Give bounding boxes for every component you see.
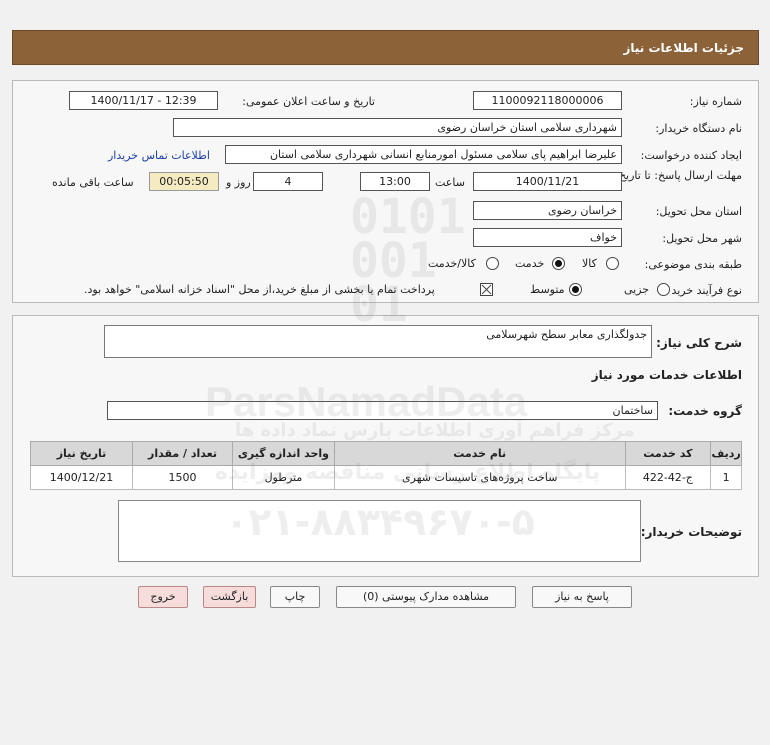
page-title: جزئیات اطلاعات نیاز [12, 30, 759, 65]
process-radio-medium[interactable] [569, 283, 582, 296]
cell-need-date: 1400/12/21 [29, 465, 134, 490]
announce-field: 1400/11/17 - 12:39 [69, 91, 218, 110]
cell-row-number: 1 [710, 465, 742, 490]
city-field: خواف [473, 228, 622, 247]
buyer-notes-field [118, 500, 641, 562]
treasury-payment-checkbox[interactable] [480, 283, 493, 296]
service-group-label: گروه خدمت: [668, 404, 742, 418]
cell-service-code: ج-42-422 [624, 465, 712, 490]
reply-button[interactable]: پاسخ به نیاز [532, 586, 632, 608]
category-option-goods: کالا [582, 257, 597, 270]
province-field: خراسان رضوی [473, 201, 622, 220]
category-option-goods-service: کالا/خدمت [428, 257, 476, 270]
requester-label: ایجاد کننده درخواست: [640, 149, 742, 162]
category-radio-service[interactable] [552, 257, 565, 270]
col-need-date: تاریخ نیاز [29, 441, 134, 466]
deadline-label: مهلت ارسال پاسخ: تا تاریخ: [615, 169, 742, 182]
buyer-contact-link[interactable]: اطلاعات تماس خریدار [108, 149, 210, 162]
summary-field: جدولگذاری معابر سطح شهرسلامی [104, 325, 652, 358]
process-option-minor: جزیی [624, 283, 650, 296]
category-radio-goods-service[interactable] [486, 257, 499, 270]
deadline-time-field: 13:00 [360, 172, 430, 191]
buyer-org-label: نام دستگاه خریدار: [655, 122, 742, 135]
province-label: استان محل تحویل: [655, 205, 742, 218]
exit-button[interactable]: خروج [138, 586, 188, 608]
cell-quantity: 1500 [132, 465, 233, 490]
services-table: ردیف کد خدمت نام خدمت واحد اندازه گیری ت… [29, 441, 742, 490]
deadline-date-field: 1400/11/21 [473, 172, 622, 191]
attachments-button[interactable]: مشاهده مدارک پیوستی (0) [336, 586, 516, 608]
cell-unit: مترطول [231, 465, 335, 490]
print-button[interactable]: چاپ [270, 586, 320, 608]
announce-label: تاریخ و ساعت اعلان عمومی: [242, 95, 375, 108]
table-row: 1 ج-42-422 ساخت پروژه‌های تاسیسات شهری م… [29, 465, 742, 490]
requester-field: علیرضا ابراهیم پای سلامی مسئول امورمنابع… [225, 145, 622, 164]
cell-service-name: ساخت پروژه‌های تاسیسات شهری [333, 465, 626, 490]
payment-note: پرداخت تمام یا بخشی از مبلغ خرید،از محل … [84, 283, 435, 296]
remaining-label: ساعت باقی مانده [52, 176, 134, 189]
days-field: 4 [253, 172, 323, 191]
process-label: نوع فرآیند خرید : [664, 284, 742, 297]
table-header-row: ردیف کد خدمت نام خدمت واحد اندازه گیری ت… [29, 441, 742, 466]
remaining-time-field: 00:05:50 [149, 172, 219, 191]
need-number-field: 1100092118000006 [473, 91, 622, 110]
category-radio-goods[interactable] [606, 257, 619, 270]
checkbox-cross-icon [481, 284, 492, 295]
need-number-label: شماره نیاز: [689, 95, 742, 108]
buyer-notes-label: توضیحات خریدار: [640, 525, 742, 539]
category-option-service: خدمت [515, 257, 545, 270]
col-quantity: تعداد / مقدار [132, 441, 233, 466]
summary-label: شرح کلی نیاز: [656, 336, 742, 350]
col-service-name: نام خدمت [333, 441, 626, 466]
service-group-field: ساختمان [107, 401, 658, 420]
col-row-number: ردیف [710, 441, 742, 466]
days-label: روز و [226, 176, 251, 189]
col-unit: واحد اندازه گیری [231, 441, 335, 466]
back-button[interactable]: بازگشت [203, 586, 256, 608]
col-service-code: کد خدمت [624, 441, 712, 466]
process-radio-minor[interactable] [657, 283, 670, 296]
process-option-medium: متوسط [530, 283, 565, 296]
buyer-org-field: شهرداری سلامی استان خراسان رضوی [173, 118, 622, 137]
time-label: ساعت [435, 176, 465, 189]
city-label: شهر محل تحویل: [662, 232, 742, 245]
services-heading: اطلاعات خدمات مورد نیاز [591, 368, 742, 382]
category-label: طبقه بندی موضوعی: [644, 258, 742, 271]
